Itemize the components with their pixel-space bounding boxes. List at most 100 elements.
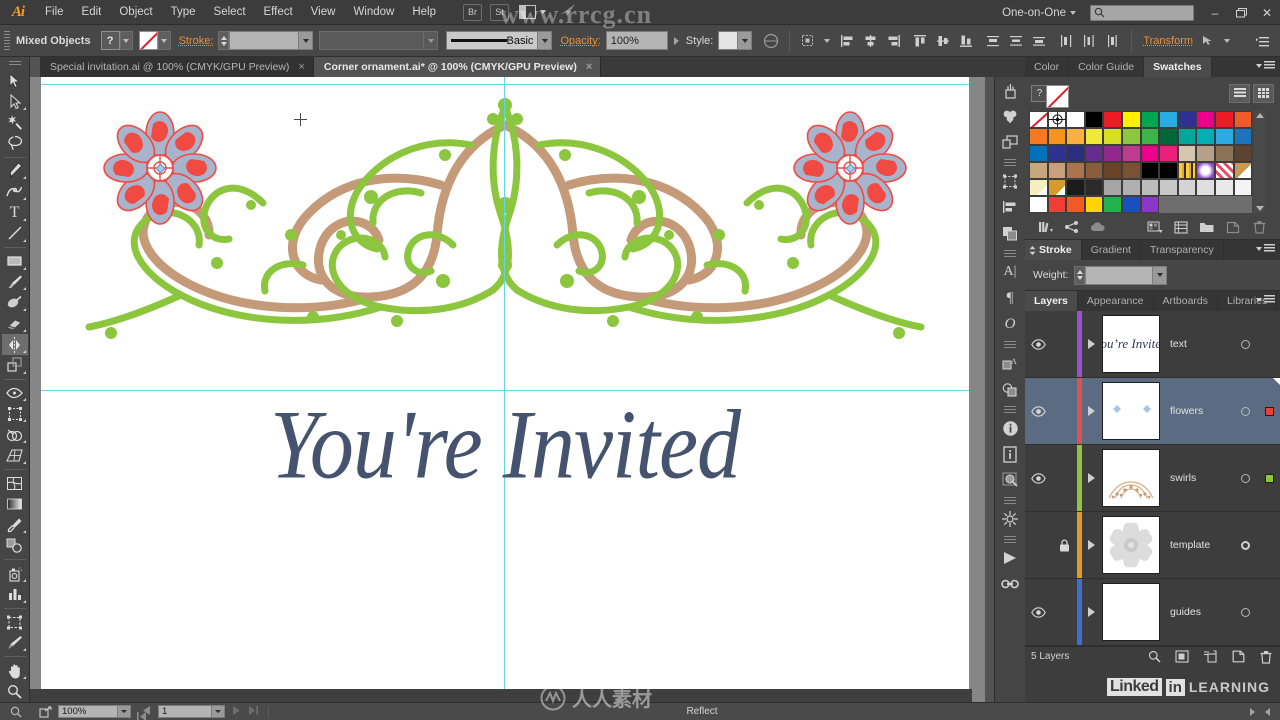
stroke-profile-dropdown[interactable] xyxy=(424,31,439,50)
align-vertical-center-icon[interactable] xyxy=(933,30,954,51)
color-swatch[interactable] xyxy=(1066,179,1085,196)
color-swatch[interactable] xyxy=(1047,128,1067,145)
color-swatch[interactable] xyxy=(1103,111,1122,128)
minimize-button[interactable]: – xyxy=(1202,0,1228,25)
document-tab-corner-ornament[interactable]: Corner ornament.ai* @ 100% (CMYK/GPU Pre… xyxy=(313,57,602,77)
tab-layers[interactable]: Layers xyxy=(1025,291,1078,311)
close-button[interactable]: ✕ xyxy=(1254,0,1280,25)
menu-object[interactable]: Object xyxy=(110,0,161,25)
color-swatch[interactable] xyxy=(1177,179,1197,196)
menu-view[interactable]: View xyxy=(302,0,345,25)
color-swatch[interactable] xyxy=(1159,179,1178,196)
line-segment-tool[interactable] xyxy=(2,223,28,244)
document-tab-special-invitation[interactable]: Special invitation.ai @ 100% (CMYK/GPU P… xyxy=(40,57,314,77)
zoom-level-input[interactable]: 100% xyxy=(58,705,118,718)
color-swatch[interactable] xyxy=(1121,145,1141,162)
tab-transparency[interactable]: Transparency xyxy=(1141,240,1224,260)
color-swatch[interactable] xyxy=(1084,111,1104,128)
appearance-icon[interactable] xyxy=(997,376,1024,402)
brush-dropdown[interactable] xyxy=(538,31,553,50)
stroke-weight-input[interactable] xyxy=(1085,265,1154,285)
swatch-pattern-stripes[interactable] xyxy=(1177,162,1197,179)
paintbrush-tool[interactable] xyxy=(2,272,28,293)
tab-color-guide[interactable]: Color Guide xyxy=(1069,57,1145,77)
cloud-libraries-icon[interactable] xyxy=(1085,217,1111,237)
opentype-panel-icon[interactable]: O xyxy=(997,311,1024,337)
create-new-layer-icon[interactable] xyxy=(1224,647,1252,667)
rail-group-grip[interactable] xyxy=(1004,341,1016,348)
pathfinder-panel-icon[interactable] xyxy=(997,220,1024,246)
color-swatch[interactable] xyxy=(1047,179,1067,196)
layer-row-flowers[interactable]: flowers xyxy=(1025,378,1280,445)
eraser-tool[interactable] xyxy=(2,313,28,334)
width-tool[interactable] xyxy=(2,383,28,404)
color-swatch[interactable] xyxy=(1066,128,1085,145)
grid-view-icon[interactable] xyxy=(1253,83,1274,103)
artboard-number-dropdown[interactable] xyxy=(212,705,225,718)
opacity-flyout-arrow[interactable] xyxy=(673,36,679,45)
scale-tool[interactable] xyxy=(2,355,28,376)
color-swatch[interactable] xyxy=(1140,128,1160,145)
layer-name-label[interactable]: template xyxy=(1162,512,1232,578)
zoom-tool[interactable] xyxy=(2,681,28,702)
swatch-libraries-icon[interactable] xyxy=(1033,217,1059,237)
layer-name-label[interactable]: flowers xyxy=(1162,378,1232,444)
layer-selection-indicator[interactable] xyxy=(1258,445,1280,511)
color-swatch[interactable] xyxy=(1233,179,1253,196)
distribute-horizontal-center-icon[interactable] xyxy=(1079,30,1100,51)
brush-definition-group[interactable]: Basic xyxy=(446,31,553,50)
stroke-dropdown[interactable] xyxy=(157,31,171,50)
color-swatch[interactable] xyxy=(1084,128,1104,145)
curvature-tool[interactable] xyxy=(2,181,28,202)
color-swatch[interactable] xyxy=(1140,111,1160,128)
pen-tool[interactable] xyxy=(2,161,28,182)
color-swatch[interactable] xyxy=(1047,196,1067,213)
align-right-icon[interactable] xyxy=(883,30,904,51)
color-swatch[interactable] xyxy=(1066,111,1085,128)
color-swatch[interactable] xyxy=(1066,196,1085,213)
layer-visibility-toggle[interactable] xyxy=(1025,579,1051,645)
asset-export-icon[interactable] xyxy=(997,506,1024,532)
panel-menu-icon[interactable] xyxy=(1256,244,1275,253)
color-swatch[interactable] xyxy=(1047,162,1067,179)
color-swatch[interactable] xyxy=(1121,128,1141,145)
layer-lock-toggle[interactable] xyxy=(1051,445,1077,511)
layer-expand-arrow[interactable] xyxy=(1082,378,1100,444)
color-swatch[interactable] xyxy=(1177,111,1197,128)
color-swatch[interactable] xyxy=(1140,162,1160,179)
graphic-style-dropdown[interactable] xyxy=(738,31,753,50)
swatch-registration[interactable] xyxy=(1047,111,1067,128)
graphic-style-group[interactable] xyxy=(718,31,753,50)
locate-object-icon[interactable] xyxy=(1140,647,1168,667)
color-swatch[interactable] xyxy=(1066,145,1085,162)
color-group-icon[interactable] xyxy=(1059,217,1085,237)
search-icon[interactable] xyxy=(0,706,32,718)
separations-preview-icon[interactable] xyxy=(997,467,1024,493)
paragraph-panel-icon[interactable]: ¶ xyxy=(997,285,1024,311)
color-swatch[interactable] xyxy=(1159,111,1178,128)
color-swatch[interactable] xyxy=(1159,145,1178,162)
color-swatch[interactable] xyxy=(1177,145,1197,162)
shaper-tool[interactable] xyxy=(2,292,28,313)
color-swatch[interactable] xyxy=(1029,145,1048,162)
none-color-icon[interactable] xyxy=(1046,84,1069,108)
lasso-tool[interactable] xyxy=(2,133,28,154)
distribute-top-icon[interactable] xyxy=(983,30,1004,51)
stroke-profile-group[interactable] xyxy=(319,31,439,50)
color-swatch[interactable] xyxy=(1233,128,1253,145)
color-swatch[interactable] xyxy=(1214,179,1234,196)
stroke-weight-spinner[interactable] xyxy=(1074,265,1086,285)
color-swatch[interactable] xyxy=(1103,128,1122,145)
swatch-gradient-radial[interactable] xyxy=(1196,162,1215,179)
workspace-selector[interactable]: One-on-One xyxy=(996,7,1082,19)
restore-button[interactable] xyxy=(1228,0,1254,25)
create-new-sublayer-icon[interactable] xyxy=(1196,647,1224,667)
distribute-right-icon[interactable] xyxy=(1102,30,1123,51)
free-transform-tool[interactable] xyxy=(2,403,28,424)
mesh-tool[interactable] xyxy=(2,473,28,494)
illustrator-home-icon[interactable] xyxy=(558,2,577,22)
layer-target-indicator[interactable] xyxy=(1232,512,1258,578)
rail-group-grip[interactable] xyxy=(1004,406,1016,413)
panel-menu-icon[interactable] xyxy=(1256,61,1275,70)
layer-row-swirls[interactable]: swirls xyxy=(1025,445,1280,512)
